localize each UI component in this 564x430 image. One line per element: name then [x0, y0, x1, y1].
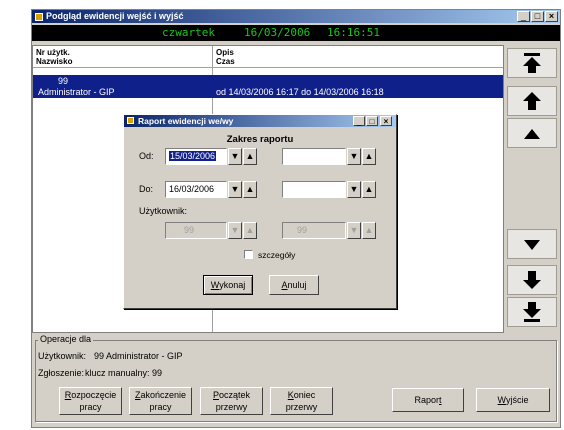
col-user-id-header[interactable]: Nr użytk.: [36, 48, 70, 57]
user-from-field[interactable]: 99: [165, 222, 227, 239]
report-label-prefix: Rapor: [414, 395, 439, 405]
user-to-up-icon[interactable]: ▲: [362, 222, 376, 239]
ops-report-label: Zgłoszenie:: [38, 368, 85, 378]
dialog-app-icon: [127, 117, 134, 124]
dialog-maximize-icon[interactable]: □: [366, 116, 378, 126]
break-end-button[interactable]: Koniec przerwy: [270, 387, 333, 415]
start-work-button[interactable]: Rozpoczęcie pracy: [59, 387, 122, 415]
exit-label-rest: yjście: [505, 395, 529, 405]
break-start-button[interactable]: Początek przerwy: [200, 387, 263, 415]
window-title: Podgląd ewidencji wejść i wyjść: [32, 10, 560, 23]
to-up-icon[interactable]: ▲: [243, 181, 257, 198]
exit-button[interactable]: Wyjście: [476, 388, 550, 412]
ops-user-label: Użytkownik:: [38, 351, 87, 361]
break-end-label1: oniec: [293, 390, 316, 400]
end-work-button[interactable]: Zakończenie pracy: [129, 387, 192, 415]
clock-date: 16/03/2006: [244, 26, 311, 39]
app-icon: [35, 13, 43, 21]
start-work-label1: ozpoczęcie: [71, 390, 117, 400]
user-to-field[interactable]: 99: [282, 222, 346, 239]
user-from-down-icon[interactable]: ▼: [228, 222, 242, 239]
exit-label-key: W: [497, 395, 506, 405]
execute-label-key: W: [210, 280, 220, 290]
col-description-header[interactable]: Opis: [216, 48, 234, 57]
up-icon[interactable]: [507, 118, 557, 148]
bottom-icon[interactable]: [507, 297, 557, 327]
to-down-icon[interactable]: ▼: [228, 181, 242, 198]
end-work-label1: akończenie: [140, 390, 187, 400]
user-from-up-icon[interactable]: ▲: [243, 222, 257, 239]
break-end-label2: przerwy: [285, 402, 318, 412]
from-up-icon[interactable]: ▲: [243, 148, 257, 165]
from-time-field[interactable]: [282, 148, 346, 165]
page-down-icon[interactable]: [507, 265, 557, 295]
from-date-field[interactable]: 15/03/2006: [165, 148, 227, 165]
maximize-icon[interactable]: □: [531, 11, 544, 22]
from-label: Od:: [139, 151, 154, 161]
page-up-icon[interactable]: [507, 86, 557, 116]
start-work-label2: pracy: [79, 402, 102, 412]
to-time-up-icon[interactable]: ▲: [362, 181, 376, 198]
col-name-header[interactable]: Nazwisko: [36, 57, 72, 66]
from-time-up-icon[interactable]: ▲: [362, 148, 376, 165]
details-checkbox[interactable]: [244, 250, 253, 259]
from-date-value: 15/03/2006: [169, 151, 217, 161]
to-label: Do:: [139, 184, 154, 194]
break-start-label1: oczątek: [218, 390, 251, 400]
report-button[interactable]: Raport: [392, 388, 464, 412]
minimize-icon[interactable]: _: [517, 11, 530, 22]
end-work-label2: pracy: [149, 402, 172, 412]
user-label: Użytkownik:: [139, 206, 188, 216]
down-icon[interactable]: [507, 229, 557, 259]
break-start-label2: przerwy: [215, 402, 248, 412]
col-time-header[interactable]: Czas: [216, 57, 235, 66]
header-divider: [33, 67, 503, 68]
ops-report-value: klucz manualny: 99: [85, 368, 163, 378]
cancel-label-rest: nuluj: [287, 280, 307, 290]
clock-time: 16:16:51: [327, 26, 380, 39]
details-label: szczegóły: [258, 250, 296, 260]
cancel-button[interactable]: Anuluj: [269, 275, 319, 295]
top-icon[interactable]: [507, 48, 557, 78]
close-icon[interactable]: ×: [545, 11, 558, 22]
dialog-heading: Zakres raportu: [226, 134, 294, 145]
dialog-close-icon[interactable]: ×: [380, 116, 392, 126]
row-user-id: 99: [58, 76, 69, 86]
ops-user-value: 99 Administrator - GIP: [94, 351, 183, 361]
dialog-minimize-icon[interactable]: _: [353, 116, 365, 126]
report-label-key: t: [439, 395, 442, 405]
to-time-down-icon[interactable]: ▼: [347, 181, 361, 198]
to-date-field[interactable]: 16/03/2006: [165, 181, 227, 198]
from-time-down-icon[interactable]: ▼: [347, 148, 361, 165]
from-down-icon[interactable]: ▼: [228, 148, 242, 165]
row-user-name: Administrator - GIP: [38, 87, 115, 97]
row-time-range: od 14/03/2006 16:17 do 14/03/2006 16:18: [216, 87, 384, 97]
execute-button[interactable]: Wykonaj: [203, 275, 253, 295]
execute-label-rest: ykonaj: [219, 280, 246, 290]
user-to-down-icon[interactable]: ▼: [347, 222, 361, 239]
clock-day: czwartek: [162, 26, 215, 39]
to-time-field[interactable]: [282, 181, 346, 198]
operations-group-label: Operacje dla: [38, 333, 94, 345]
